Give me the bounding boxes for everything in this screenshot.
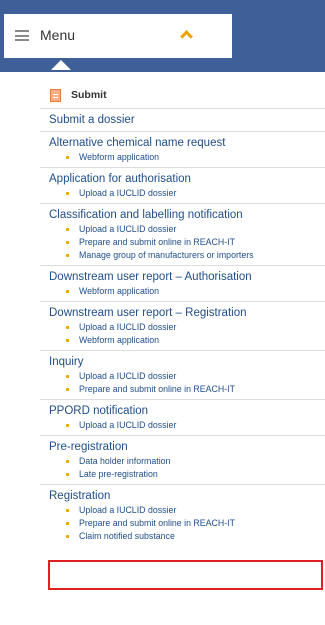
menu-category: PPORD notification Upload a IUCLID dossi… xyxy=(40,399,325,435)
subitem-link[interactable]: Webform application xyxy=(49,285,325,298)
category-link[interactable]: Downstream user report – Authorisation xyxy=(49,270,325,285)
menu-label: Menu xyxy=(40,27,76,43)
menu-category: Downstream user report – Authorisation W… xyxy=(40,265,325,301)
hamburger-icon xyxy=(15,30,29,41)
category-link[interactable]: Classification and labelling notificatio… xyxy=(49,208,325,223)
section-header: Submit xyxy=(50,87,107,103)
subitem-link[interactable]: Claim notified substance xyxy=(49,530,325,543)
menu-category: Submit a dossier xyxy=(40,108,325,131)
subitem-link[interactable]: Upload a IUCLID dossier xyxy=(49,370,325,383)
category-link[interactable]: Alternative chemical name request xyxy=(49,136,325,151)
subitem-link[interactable]: Late pre-registration xyxy=(49,468,325,481)
subitem-link[interactable]: Prepare and submit online in REACH-IT xyxy=(49,236,325,249)
menu-category: Alternative chemical name request Webfor… xyxy=(40,131,325,167)
menu-toggle-button[interactable]: Menu xyxy=(4,14,232,58)
subitem-link[interactable]: Prepare and submit online in REACH-IT xyxy=(49,517,325,530)
subitem-link[interactable]: Upload a IUCLID dossier xyxy=(49,223,325,236)
subitem-link[interactable]: Upload a IUCLID dossier xyxy=(49,504,325,517)
chevron-up-icon[interactable] xyxy=(180,30,193,43)
subitem-link[interactable]: Prepare and submit online in REACH-IT xyxy=(49,383,325,396)
category-link[interactable]: Pre-registration xyxy=(49,440,325,455)
subitem-link[interactable]: Upload a IUCLID dossier xyxy=(49,321,325,334)
subitem-link[interactable]: Upload a IUCLID dossier xyxy=(49,187,325,200)
menu-category: Registration Upload a IUCLID dossier Pre… xyxy=(40,484,325,546)
category-link[interactable]: PPORD notification xyxy=(49,404,325,419)
subitem-link[interactable]: Manage group of manufacturers or importe… xyxy=(49,249,325,262)
category-link[interactable]: Registration xyxy=(49,489,325,504)
document-icon xyxy=(50,88,61,102)
highlight-box xyxy=(48,560,323,590)
subitem-link[interactable]: Data holder information xyxy=(49,455,325,468)
section-title: Submit xyxy=(71,89,107,101)
menu-category: Inquiry Upload a IUCLID dossier Prepare … xyxy=(40,350,325,399)
menu-category: Pre-registration Data holder information… xyxy=(40,435,325,484)
menu-category: Classification and labelling notificatio… xyxy=(40,203,325,265)
menu-list: Submit a dossier Alternative chemical na… xyxy=(40,108,325,546)
subitem-link[interactable]: Upload a IUCLID dossier xyxy=(49,419,325,432)
menu-category: Downstream user report – Registration Up… xyxy=(40,301,325,350)
category-link[interactable]: Application for authorisation xyxy=(49,172,325,187)
subitem-link[interactable]: Webform application xyxy=(49,334,325,347)
dropdown-pointer xyxy=(51,60,71,70)
category-link[interactable]: Submit a dossier xyxy=(49,113,325,128)
menu-category: Application for authorisation Upload a I… xyxy=(40,167,325,203)
category-link[interactable]: Downstream user report – Registration xyxy=(49,306,325,321)
subitem-link[interactable]: Webform application xyxy=(49,151,325,164)
category-link[interactable]: Inquiry xyxy=(49,355,325,370)
